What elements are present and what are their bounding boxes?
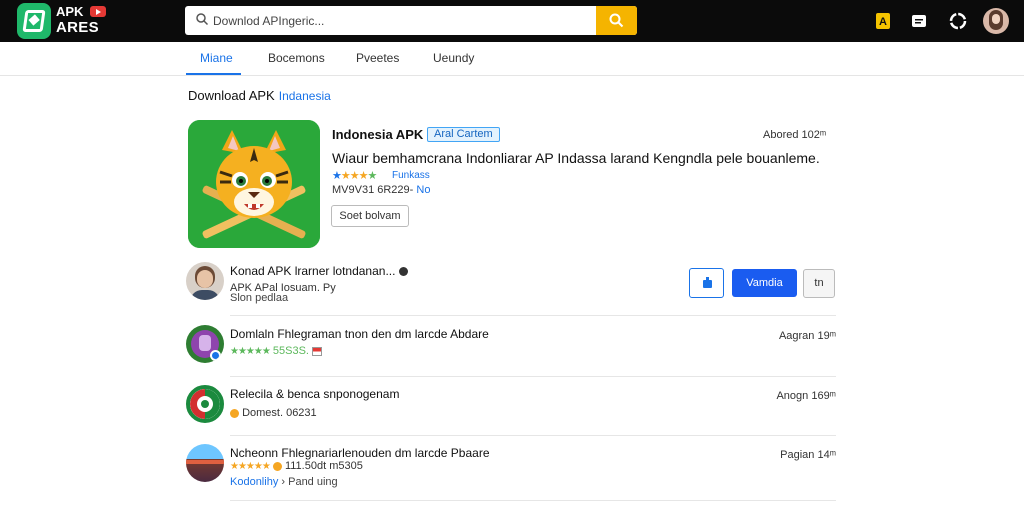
list-item-tag-text: › Pand uing — [281, 476, 338, 488]
list-item-rating: ★★★★★ 55S3S. — [230, 345, 323, 357]
rating-stars: ★★★★★ — [230, 461, 271, 472]
tab-bocemons[interactable]: Bocemons — [268, 51, 325, 65]
list-item[interactable]: Relecila & benca snponogenam Domest. 062… — [186, 385, 836, 425]
featured-rating-label: Funkass — [392, 170, 430, 181]
featured-meta-highlight: No — [416, 184, 431, 196]
rating-stars: ★★★★★ — [230, 346, 271, 357]
coin-icon — [230, 408, 239, 418]
list-item-date: Pagian 14ᵐ — [780, 449, 836, 461]
app-icon-green-circle — [186, 385, 224, 423]
app-icon-purple — [186, 325, 224, 363]
user-avatar[interactable] — [983, 8, 1009, 34]
translate-icon[interactable]: A — [872, 10, 894, 32]
featured-meta-text: MV9V31 6R229- — [332, 184, 414, 196]
breadcrumb-sub[interactable]: Indanesia — [279, 89, 331, 103]
featured-action-button[interactable]: Soet bolvam — [331, 205, 409, 227]
folder-icon[interactable] — [908, 10, 930, 32]
list-item[interactable]: Domlaln Fhlegraman tnon den dm larcde Ab… — [186, 325, 836, 365]
list-item-title: Ncheonn Fhlegnariarlenouden dm larcde Pb… — [230, 446, 490, 460]
list-item-subtitle-text: Domest. 06231 — [242, 407, 317, 419]
coin-icon — [272, 461, 282, 471]
download-icon-button[interactable] — [689, 268, 724, 298]
flag-icon — [312, 346, 323, 356]
featured-app-icon[interactable] — [188, 120, 320, 248]
svg-text:A: A — [879, 16, 887, 28]
list-item[interactable]: Ncheonn Fhlegnariarlenouden dm larcde Pb… — [186, 444, 836, 488]
list-item-date: Anogn 169ᵐ — [776, 390, 836, 402]
settings-icon[interactable] — [947, 10, 969, 32]
brand-line-2: ARES — [56, 19, 99, 36]
list-item-rating: ★★★★★ 111.50dt m5305 — [230, 460, 363, 472]
search-input[interactable] — [213, 6, 593, 35]
rating-count: 55S3S. — [272, 345, 309, 357]
tab-pveetes[interactable]: Pveetes — [356, 51, 399, 65]
list-item-title: Relecila & benca snponogenam — [230, 387, 400, 401]
featured-rating-stars: ★★★★★ — [332, 170, 377, 182]
play-badge-icon — [90, 6, 106, 17]
featured-app-meta: MV9V31 6R229- No — [332, 184, 430, 196]
tab-miane[interactable]: Miane — [200, 51, 233, 65]
divider — [230, 315, 836, 316]
breadcrumb: Download APK Indanesia — [188, 88, 331, 103]
category-tabs: Miane Bocemons Pveetes Ueundy — [0, 42, 1024, 76]
search-button-icon — [609, 13, 624, 28]
list-item-tag: Slon pedlaa — [230, 292, 289, 304]
list-item-date: Aagran 19ᵐ — [778, 330, 836, 342]
secondary-action-button[interactable]: tn — [803, 269, 835, 298]
search-bar — [185, 6, 637, 35]
divider — [230, 376, 836, 377]
primary-action-button[interactable]: Vamdia — [732, 269, 797, 297]
list-item-tag: Kodonlihy › Pand uing — [230, 476, 338, 488]
developer-avatar — [186, 262, 224, 300]
list-item-title-text: Konad APK lrarner lotndanan... — [230, 264, 396, 278]
featured-app-date: Abored 102ᵐ — [763, 129, 827, 141]
tiger-mascot-icon — [188, 120, 320, 248]
divider — [230, 435, 836, 436]
rating-count: 111.50dt m5305 — [284, 460, 363, 472]
search-icon — [196, 13, 209, 26]
tab-ueundy[interactable]: Ueundy — [433, 51, 474, 65]
active-tab-indicator — [186, 73, 241, 75]
featured-app-badge: Aral Cartem — [427, 127, 500, 142]
verified-icon — [398, 267, 408, 277]
app-icon-landscape — [186, 444, 224, 482]
search-button[interactable] — [596, 6, 637, 35]
breadcrumb-main: Download APK — [188, 88, 275, 103]
divider — [230, 500, 836, 501]
list-item-title: Konad APK lrarner lotndanan... — [230, 264, 408, 278]
developer-link[interactable]: Kodonlihy — [230, 476, 278, 488]
app-logo-icon[interactable] — [17, 3, 51, 39]
top-bar: APK ARES A — [0, 0, 1024, 42]
featured-app-description: Wiaur bemhamcrana Indonliarar AP Indassa… — [332, 150, 820, 166]
featured-app-title[interactable]: Indonesia APK — [332, 127, 423, 142]
download-icon — [703, 277, 712, 288]
list-item-subtitle: Domest. 06231 — [230, 407, 317, 419]
list-item-title: Domlaln Fhlegraman tnon den dm larcde Ab… — [230, 327, 489, 341]
